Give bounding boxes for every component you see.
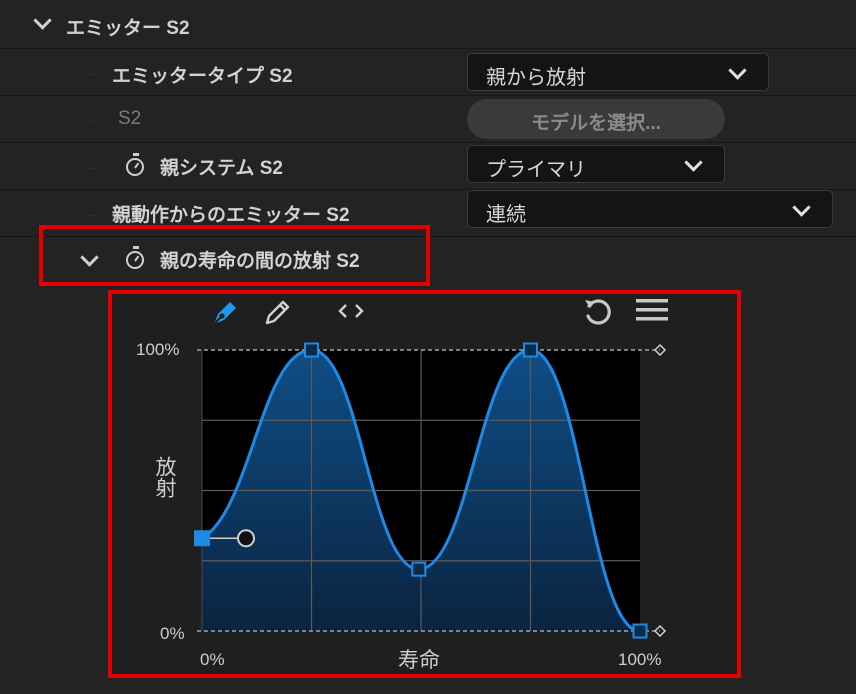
chevron-down-icon	[728, 61, 747, 80]
parent-motion-value: 連続	[486, 204, 526, 226]
chevron-down-icon[interactable]	[33, 11, 52, 30]
indent-dots: · ·	[88, 163, 97, 173]
indent-dots: · ·	[88, 69, 97, 79]
parent-motion-dropdown[interactable]: 連続	[467, 190, 833, 228]
highlight-box-label	[39, 225, 430, 286]
select-model-button[interactable]: モデルを選択...	[467, 99, 725, 139]
indent-dots: · ·	[88, 210, 97, 220]
parent-system-dropdown[interactable]: プライマリ	[467, 145, 725, 183]
highlight-box-graph	[108, 290, 741, 678]
emitter-type-dropdown[interactable]: 親から放射	[467, 53, 769, 91]
parent-system-value: プライマリ	[486, 159, 586, 181]
row-model: · · S2 モデルを選択...	[0, 96, 856, 143]
stopwatch-icon[interactable]	[126, 153, 144, 176]
select-model-label: モデルを選択...	[531, 113, 661, 134]
model-label: S2	[118, 108, 142, 129]
indent-dots: · ·	[88, 116, 97, 126]
row-emitter-type: · · エミッタータイプ S2 親から放射	[0, 49, 856, 96]
section-title: エミッター S2	[66, 18, 190, 39]
emitter-type-label: エミッタータイプ S2	[112, 66, 293, 87]
chevron-down-icon	[684, 153, 703, 172]
chevron-down-icon	[792, 198, 811, 217]
section-header-emitter[interactable]: エミッター S2	[0, 0, 856, 49]
emitter-type-value: 親から放射	[486, 67, 586, 89]
row-parent-system: · · 親システム S2 プライマリ	[0, 143, 856, 190]
parent-system-label: 親システム S2	[160, 158, 283, 179]
parent-motion-label: 親動作からのエミッター S2	[112, 205, 350, 226]
